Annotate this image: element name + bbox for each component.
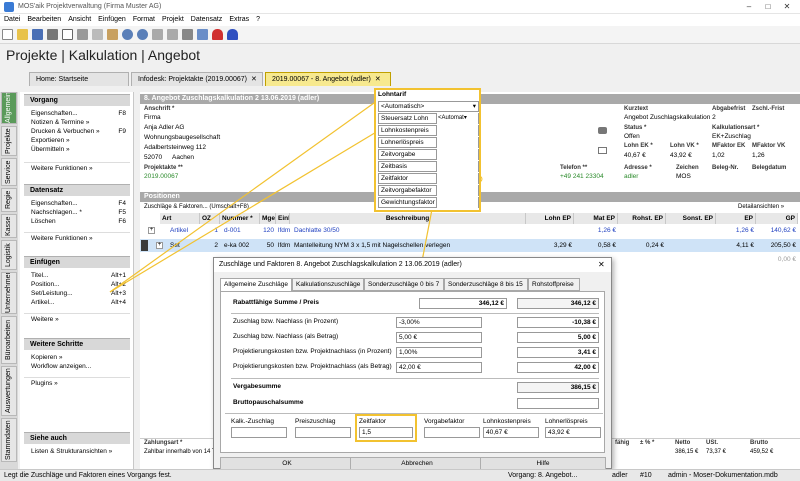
zeitvorgabefaktor-input[interactable] [436,185,478,196]
divider [231,378,599,379]
bruttopauschalsumme-label: Bruttopauschalsumme [233,399,304,406]
gewichtungsfaktor-input[interactable] [436,197,478,208]
vergabesumme-label: Vergabesumme [233,383,282,390]
tab-sonderzuschlaege-8-15[interactable]: Sonderzuschläge 8 bis 15 [444,278,528,291]
zeitvorgabe-row: Zeitvorgabe [378,149,479,160]
tab-allgemeine-zuschlaege[interactable]: Allgemeine Zuschläge [220,278,292,292]
rabattfaehige-summe-label: Rabattfähige Summe / Preis [233,299,319,306]
rabattfaehige-summe-value: 346,12 € [517,298,599,309]
projektierung-betrag-label: Projektierungskosten bzw. Projektnachlas… [233,363,392,370]
divider [231,313,599,314]
lohnkostenpreis-row: Lohnkostenpreis [378,125,479,136]
zuschlaege-dialog: Zuschläge und Faktoren 8. Angebot Zuschl… [213,257,612,470]
lohnkostenpreis-input[interactable] [436,125,478,136]
lohnerloespreis-label: Lohnerlöspreis [545,418,588,425]
status-bar: Legt die Zuschläge und Faktoren eines Vo… [0,469,800,481]
preiszuschlag-label: Preiszuschlag [295,418,336,425]
zuschlag-prozent-input[interactable]: -3,00% [396,317,482,328]
status-record: #10 [640,472,652,479]
popup-title: Lohntarif [378,91,407,98]
lohnerloespreis-input[interactable] [436,137,478,148]
tab-sonderzuschlaege-0-7[interactable]: Sonderzuschläge 0 bis 7 [364,278,444,291]
steuersatz-lohn-select[interactable]: <Automat▾ [436,113,478,124]
vorgabefaktor-input[interactable] [424,427,480,438]
kalk-zuschlag-label: Kalk.-Zuschlag [231,418,274,425]
zuschlag-betrag-value: 5,00 € [517,332,599,343]
projektierung-prozent-input[interactable]: 1,00% [396,347,482,358]
projektierung-prozent-value: 3,41 € [517,347,599,358]
tab-kalkulationszuschlaege[interactable]: Kalkulationszuschläge [292,278,364,291]
lohntarif-select[interactable]: <Automatisch> ▾ [378,101,479,112]
projektierung-prozent-label: Projektierungskosten bzw. Projektnachlas… [233,348,392,355]
chevron-down-icon[interactable]: ▾ [473,102,476,112]
zuschlag-prozent-value: -10,38 € [517,317,599,328]
zeitbasis-input[interactable] [436,161,478,172]
vorgabefaktor-label: Vorgabefaktor [424,418,465,425]
zeitfaktor-input[interactable] [436,173,478,184]
lohnerloespreis-row: Lohnerlöspreis [378,137,479,148]
rabattfaehige-summe-input[interactable]: 346,12 € [419,298,507,309]
zeitvorgabefaktor-row: Zeitvorgabefaktor [378,185,479,196]
zeitfaktor-row: Zeitfaktor [378,173,479,184]
dialog-close-icon[interactable]: ✕ [598,260,605,269]
kalk-zuschlag-input[interactable] [231,427,287,438]
status-database: admin - Moser-Dokumentation.mdb [668,472,778,479]
bruttopauschalsumme-input[interactable] [517,398,599,409]
dialog-title: Zuschläge und Faktoren 8. Angebot Zuschl… [214,258,611,272]
status-vorgang: Vorgang: 8. Angebot... [508,472,578,479]
vergabesumme-value: 386,15 € [517,382,599,393]
zuschlag-prozent-label: Zuschlag bzw. Nachlass (in Prozent) [233,318,339,325]
lohntarif-popup: Lohntarif <Automatisch> ▾ Steuersatz Lohn… [374,88,481,212]
lohnerloespreis-input[interactable]: 43,92 € [545,427,601,438]
status-message: Legt die Zuschläge und Faktoren eines Vo… [4,472,172,479]
projektierung-betrag-value: 42,00 € [517,362,599,373]
steuersatz-lohn-row: Steuersatz Lohn <Automat▾ [378,113,479,124]
zeitfaktor-input[interactable]: 1,5 [359,427,413,438]
dialog-panel: Rabattfähige Summe / Preis 346,12 € 346,… [220,291,605,453]
lohnkostenpreis-label: Lohnkostenpreis [483,418,531,425]
zuschlag-betrag-input[interactable]: 5,00 € [396,332,482,343]
lohnkostenpreis-input[interactable]: 40,67 € [483,427,539,438]
status-user: adler [612,472,628,479]
preiszuschlag-input[interactable] [295,427,351,438]
zeitfaktor-label: Zeitfaktor [359,418,387,425]
zeitbasis-row: Zeitbasis [378,161,479,172]
zuschlag-betrag-label: Zuschlag bzw. Nachlass (als Betrag) [233,333,339,340]
zeitvorgabe-input[interactable] [436,149,478,160]
tab-rohstoffpreise[interactable]: Rohstoffpreise [528,278,580,291]
gewichtungsfaktor-row: Gewichtungsfaktor [378,197,479,208]
projektierung-betrag-input[interactable]: 42,00 € [396,362,482,373]
